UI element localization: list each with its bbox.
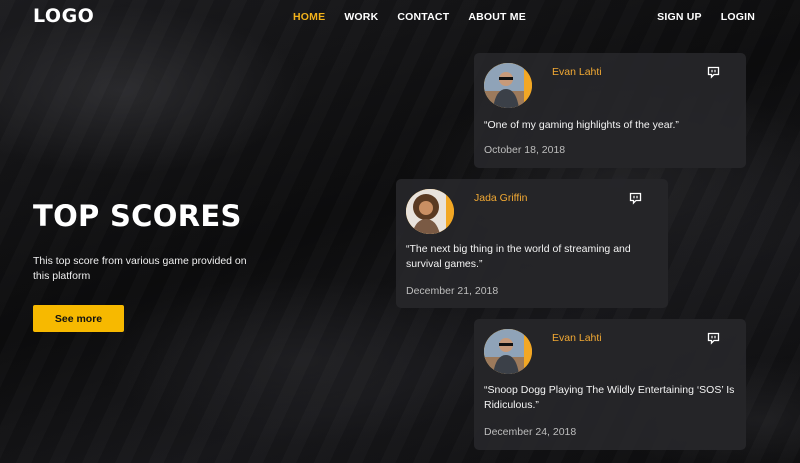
chat-icon[interactable] <box>707 332 720 345</box>
review-date: December 21, 2018 <box>406 285 499 297</box>
signup-link[interactable]: SIGN UP <box>657 11 702 23</box>
review-quote: “One of my gaming highlights of the year… <box>484 119 679 131</box>
top-navbar: LOGO HOME WORK CONTACT ABOUT ME SIGN UP … <box>0 0 800 34</box>
chat-icon[interactable] <box>629 192 642 205</box>
nav-contact[interactable]: CONTACT <box>397 11 449 23</box>
review-card: Evan Lahti “Snoop Dogg Playing The Wildl… <box>474 319 746 450</box>
review-quote: “The next big thing in the world of stre… <box>406 243 631 270</box>
review-card: Jada Griffin “The next big thing in the … <box>396 179 668 308</box>
see-more-button[interactable]: See more <box>33 305 124 332</box>
review-date: October 18, 2018 <box>484 144 566 156</box>
auth-links: SIGN UP LOGIN <box>638 11 755 23</box>
hero-description: This top score from various game provide… <box>33 255 247 282</box>
chat-icon[interactable] <box>707 66 720 79</box>
avatar <box>484 63 532 108</box>
avatar <box>406 189 454 234</box>
reviewer-name[interactable]: Jada Griffin <box>474 192 528 204</box>
nav-work[interactable]: WORK <box>344 11 378 23</box>
login-link[interactable]: LOGIN <box>721 11 755 23</box>
review-date: December 24, 2018 <box>484 426 577 438</box>
nav-home[interactable]: HOME <box>293 11 325 23</box>
logo[interactable]: LOGO <box>33 5 94 27</box>
reviewer-name[interactable]: Evan Lahti <box>552 332 602 344</box>
avatar <box>484 329 532 374</box>
hero-title: TOP SCORES <box>33 199 242 233</box>
reviewer-name[interactable]: Evan Lahti <box>552 66 602 78</box>
main-nav: HOME WORK CONTACT ABOUT ME <box>293 11 545 23</box>
nav-about-me[interactable]: ABOUT ME <box>468 11 526 23</box>
review-quote: “Snoop Dogg Playing The Wildly Entertain… <box>484 384 735 411</box>
review-card: Evan Lahti “One of my gaming highlights … <box>474 53 746 168</box>
